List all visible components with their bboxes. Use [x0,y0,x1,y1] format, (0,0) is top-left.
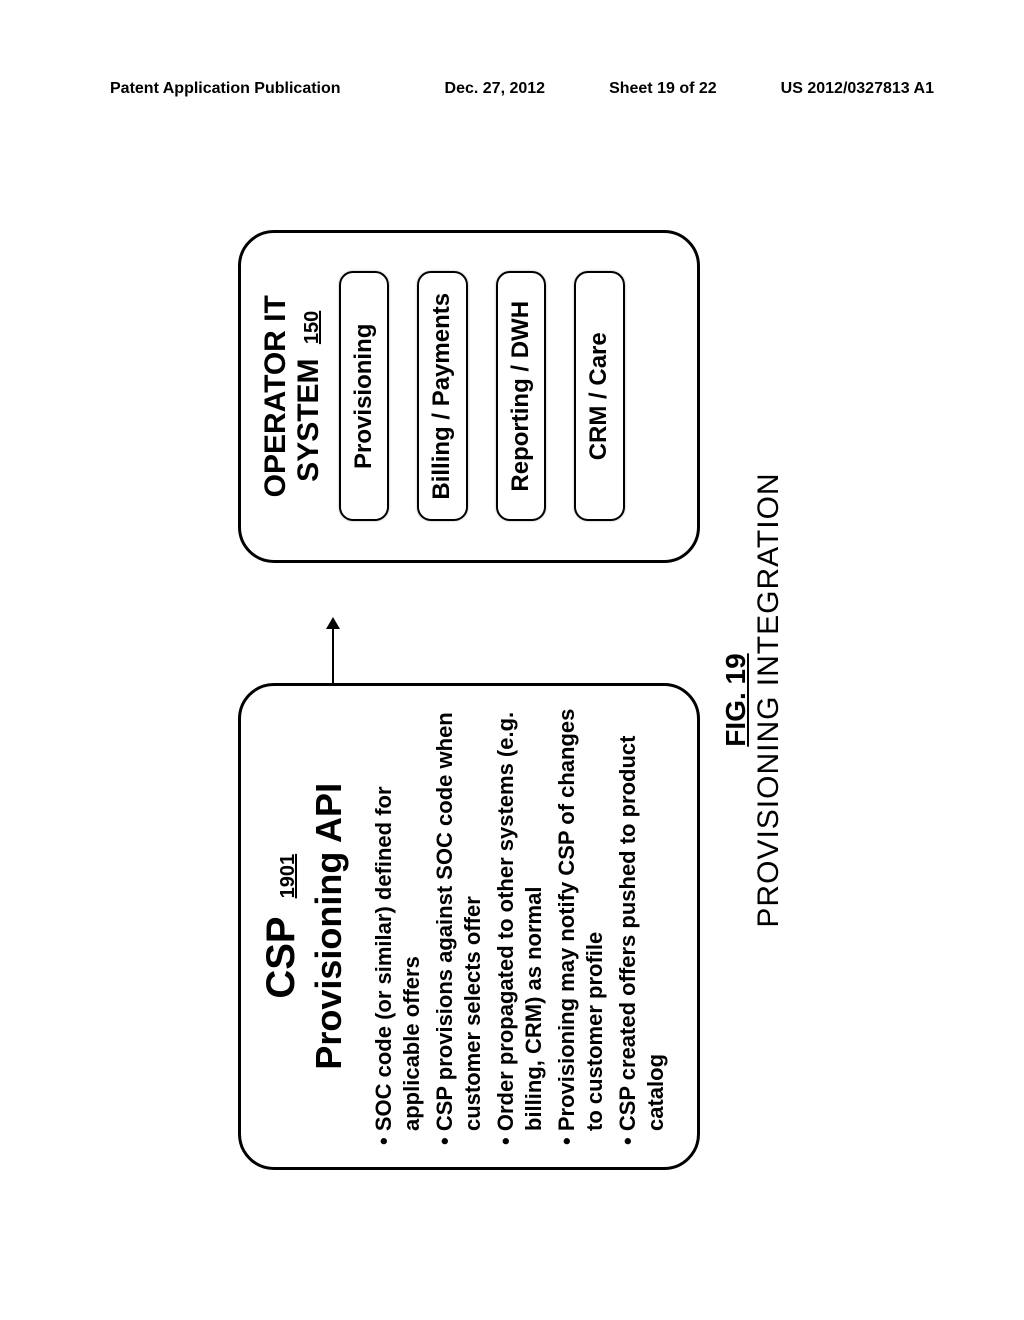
arrow-icon [332,619,334,683]
diagram-rotated: CSP 1901 Provisioning API • SOC code (or… [238,230,786,1170]
figure-title: PROVISIONING INTEGRATION [752,472,786,927]
csp-subtitle: Provisioning API [308,708,350,1145]
bullet-text: Provisioning may notify CSP of changes t… [554,709,607,1132]
page-header: Patent Application Publication Dec. 27, … [110,80,934,98]
bullet-item: • CSP created offers pushed to product c… [614,708,669,1145]
bullet-text: Order propagated to other systems (e.g. … [493,712,546,1131]
header-pubno: US 2012/0327813 A1 [781,80,934,98]
bullet-item: • Provisioning may notify CSP of changes… [553,708,608,1145]
bullet-item: • SOC code (or similar) defined for appl… [370,708,425,1145]
diagram: CSP 1901 Provisioning API • SOC code (or… [238,230,786,1170]
bullet-text: SOC code (or similar) defined for applic… [371,786,424,1131]
csp-title: CSP [259,916,304,998]
operator-title-line1: OPERATOR IT [259,295,292,497]
csp-panel: CSP 1901 Provisioning API • SOC code (or… [238,683,700,1170]
bullet-text: CSP created offers pushed to product cat… [615,736,668,1132]
csp-bullets: • SOC code (or similar) defined for appl… [364,708,669,1145]
operator-refnum: 150 [301,311,323,344]
bullet-text: CSP provisions against SOC code when cus… [432,712,485,1131]
operator-box-reporting: Reporting / DWH [496,271,546,521]
figure-number: FIG. 19 [720,472,752,927]
header-sheet: Sheet 19 of 22 [609,80,717,98]
header-date: Dec. 27, 2012 [445,80,546,98]
operator-box-provisioning: Provisioning [339,271,389,521]
operator-title-line2: SYSTEM [292,358,325,481]
header-publication: Patent Application Publication [110,80,341,98]
bullet-item: • Order propagated to other systems (e.g… [492,708,547,1145]
csp-refnum: 1901 [277,854,300,899]
bullet-item: • CSP provisions against SOC code when c… [431,708,486,1145]
operator-box-crm: CRM / Care [574,271,624,521]
operator-title: OPERATOR IT SYSTEM 150 [259,295,325,497]
operator-panel: OPERATOR IT SYSTEM 150 Provisioning Bill… [238,230,700,563]
operator-box-billing: Billing / Payments [417,271,467,521]
figure-caption: FIG. 19 PROVISIONING INTEGRATION [720,472,786,927]
